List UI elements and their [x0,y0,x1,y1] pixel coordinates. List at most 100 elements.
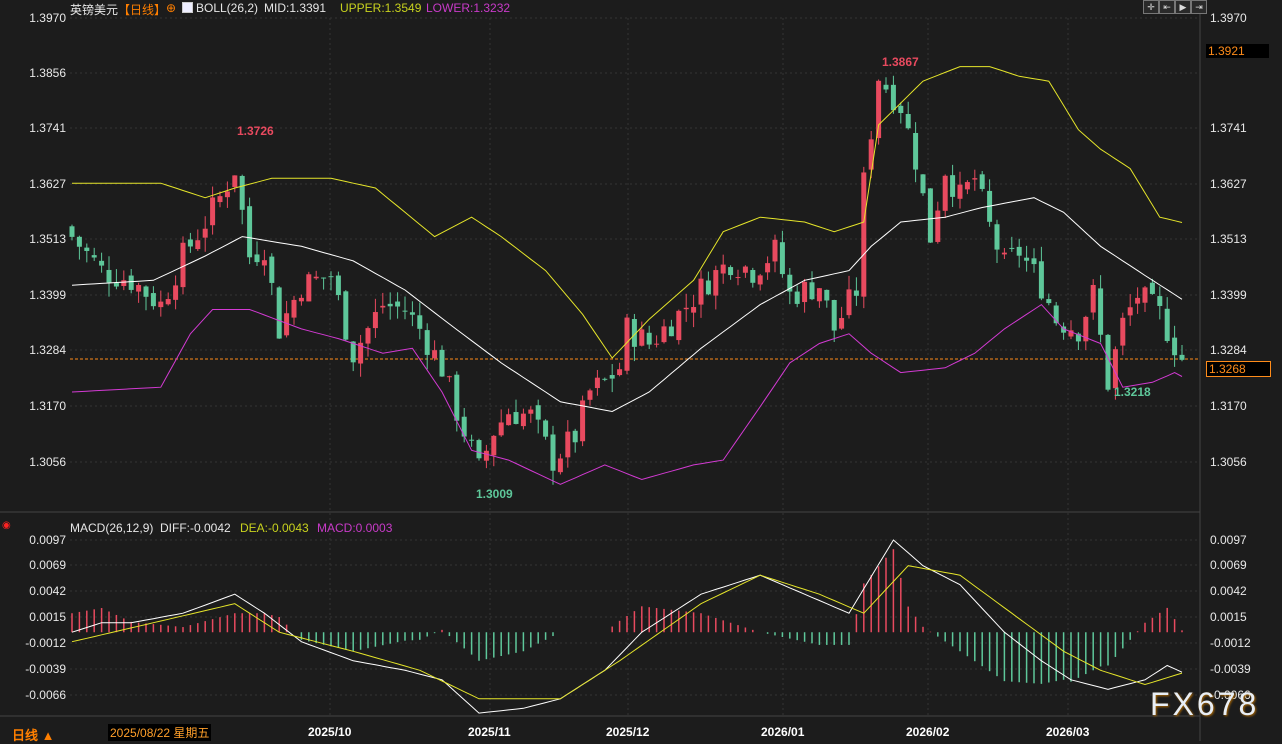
price-axis-label: 1.3056 [1210,455,1247,469]
candle-body [328,276,334,278]
candle-body [150,293,156,307]
candle-body [1157,296,1163,306]
candle-body [1135,297,1141,304]
candle-body [498,422,504,436]
price-axis-label: 1.3056 [29,455,66,469]
price-marker: 1.3921 [1206,44,1269,58]
candle-body [69,226,75,237]
candle-body [594,377,600,389]
annotation-high: 1.3726 [237,124,274,138]
candle-body [691,307,697,313]
zoom-in-icon[interactable]: ⇤ [1159,0,1175,14]
chart-canvas[interactable] [0,0,1282,741]
candle-body [950,175,956,197]
candle-body [1031,258,1037,265]
candle-body [306,274,312,302]
candle-body [720,264,726,274]
price-axis-label: 1.3856 [29,66,66,80]
price-axis-label: 1.3170 [29,399,66,413]
candle-body [1120,317,1126,346]
candle-body [846,289,852,316]
candle-body [1090,284,1096,313]
candle-body [617,369,623,376]
candle-body [432,350,438,359]
date-axis-label: 2026/02 [906,725,950,739]
candle-body [839,318,845,329]
candle-body [1142,287,1148,303]
candle-body [291,299,297,318]
price-axis-label: 1.3399 [1210,288,1247,302]
candle-body [661,326,667,343]
crosshair-icon[interactable]: ✛ [1143,0,1159,14]
price-axis-label: 1.3741 [1210,121,1247,135]
candle-body [890,84,896,111]
price-axis-label: 1.3970 [1210,11,1247,25]
candle-body [831,300,837,331]
indicator-chart-icon[interactable] [182,2,193,13]
candle-body [757,275,763,285]
candle-body [106,269,112,283]
candle-body [417,315,423,329]
candle-body [972,178,978,180]
candle-body [543,420,549,437]
candle-body [765,263,771,273]
zoom-out-icon[interactable]: ▶ [1175,0,1191,14]
candle-body [876,80,882,139]
candle-body [905,114,911,129]
candle-body [557,458,563,473]
candle-body [794,291,800,304]
candle-body [994,224,1000,250]
candle-body [898,105,904,114]
macd-axis-label: 0.0097 [1210,533,1247,547]
candle-body [587,390,593,400]
candle-body [321,277,327,279]
period-button[interactable]: 日线 ▲ [12,725,54,744]
annotation-high: 1.3867 [882,55,919,69]
candle-body [298,297,304,302]
macd-axis-label: -0.0012 [25,636,66,650]
candle-body [964,182,970,190]
price-axis-label: 1.3170 [1210,399,1247,413]
candle-body [409,312,415,315]
macd-axis-label: 0.0069 [1210,558,1247,572]
macd-dea: DEA:-0.0043 [240,521,309,535]
candle-body [957,184,963,199]
date-axis-label: 2026/03 [1046,725,1090,739]
date-axis-label: 2025/11 [468,725,511,739]
candle-body [217,196,223,203]
macd-axis-label: 0.0097 [29,533,66,547]
candle-body [173,285,179,300]
candle-body [683,307,689,310]
candle-body [550,434,556,471]
boll-lower: LOWER:1.3232 [426,1,511,15]
candle-body [372,312,378,329]
watermark-logo: FX678 [1150,686,1260,722]
candle-body [239,175,245,210]
candle-body [979,174,985,189]
candle-body [84,247,90,251]
candle-body [469,439,475,441]
macd-label: MACD(26,12,9) [70,521,154,535]
candle-body [883,84,889,90]
candle-body [668,326,674,337]
candle-body [424,330,430,355]
macd-value: MACD:0.0003 [317,521,393,535]
candle-body [350,341,356,363]
macd-axis-label: -0.0039 [25,662,66,676]
candle-body [772,239,778,262]
candle-body [232,175,238,188]
date-axis-label: 2026/01 [761,725,805,739]
scroll-end-icon[interactable]: ⇥ [1191,0,1207,14]
candle-body [254,254,260,263]
date-axis-label: 2025/12 [606,725,650,739]
price-axis-label: 1.3513 [1210,232,1247,246]
candle-body [713,270,719,296]
candle-body [520,413,526,427]
candle-body [276,287,282,339]
settings-icon[interactable]: ⊕ [166,1,176,15]
candle-body [476,440,482,459]
date-axis-label: 2025/10 [308,725,352,739]
indicator-toggle-icon[interactable]: ◉ [2,520,11,531]
candle-body [779,242,785,275]
annotation-low: 1.3009 [476,487,513,501]
